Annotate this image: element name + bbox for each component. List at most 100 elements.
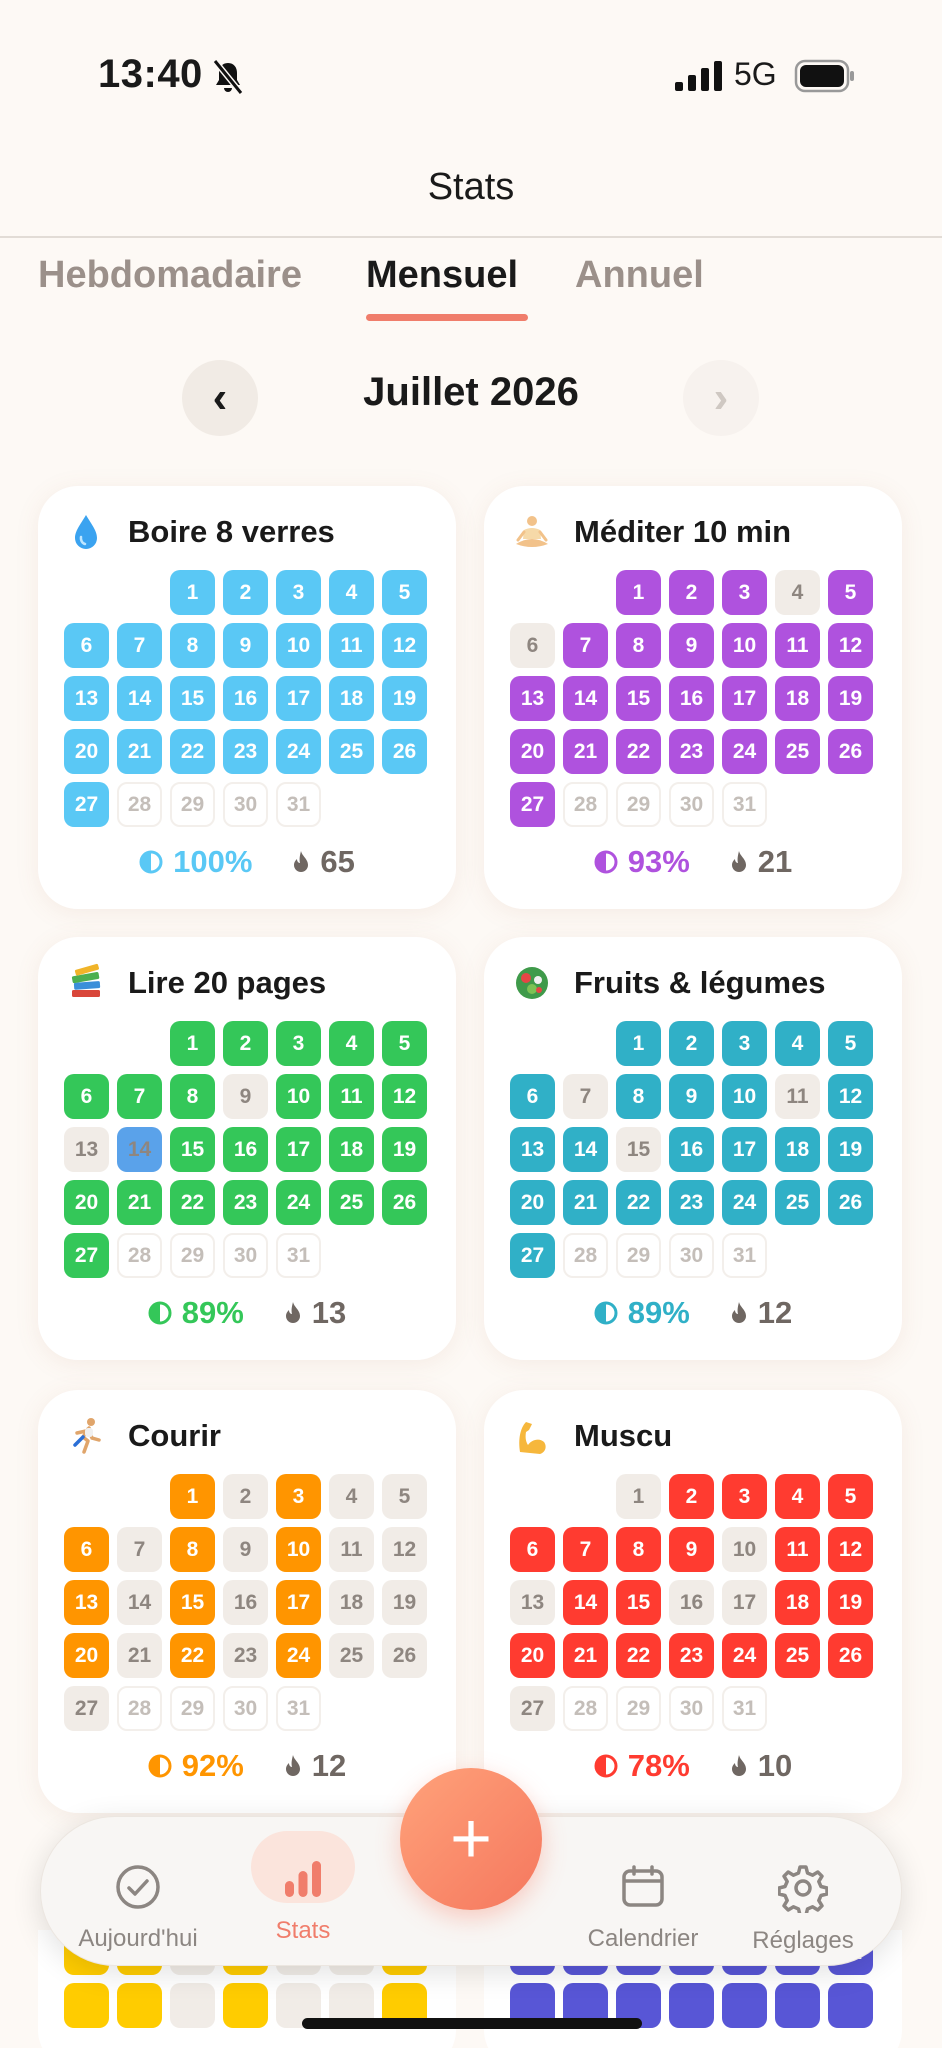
day-cell[interactable]: 5 <box>828 1021 873 1066</box>
day-cell[interactable]: 28 <box>117 782 162 827</box>
day-cell[interactable]: 3 <box>276 1474 321 1519</box>
day-cell[interactable]: 3 <box>722 1021 767 1066</box>
day-cell[interactable]: 20 <box>64 729 109 774</box>
day-cell[interactable]: 28 <box>563 1686 608 1731</box>
day-cell[interactable]: 31 <box>722 1233 767 1278</box>
day-cell[interactable]: 28 <box>117 1233 162 1278</box>
next-month-button[interactable]: › <box>683 360 759 436</box>
day-cell[interactable]: 27 <box>510 1233 555 1278</box>
day-cell[interactable]: 12 <box>382 623 427 668</box>
day-cell[interactable]: 12 <box>382 1074 427 1119</box>
day-cell[interactable]: 22 <box>170 729 215 774</box>
habit-card[interactable]: Muscu 1 2 3 4 5 6 7 8 9 10 11 12 13 14 15 16 17 18 19 20 21 22… <box>484 1390 902 1813</box>
day-cell[interactable]: 3 <box>276 1021 321 1066</box>
day-cell[interactable] <box>722 1983 767 2028</box>
day-cell[interactable]: 13 <box>64 676 109 721</box>
day-cell[interactable]: 9 <box>223 1074 268 1119</box>
day-cell[interactable]: 17 <box>722 676 767 721</box>
day-cell[interactable]: 22 <box>170 1180 215 1225</box>
day-cell[interactable]: 31 <box>276 782 321 827</box>
day-cell[interactable]: 18 <box>775 1580 820 1625</box>
day-cell[interactable]: 18 <box>329 1127 374 1172</box>
day-cell[interactable]: 4 <box>329 570 374 615</box>
day-cell[interactable]: 1 <box>170 570 215 615</box>
day-cell[interactable]: 19 <box>828 1127 873 1172</box>
day-cell[interactable]: 23 <box>669 1633 714 1678</box>
day-cell[interactable]: 9 <box>223 623 268 668</box>
day-cell[interactable]: 19 <box>382 676 427 721</box>
day-cell[interactable]: 13 <box>64 1127 109 1172</box>
day-cell[interactable]: 23 <box>223 729 268 774</box>
day-cell[interactable]: 16 <box>669 1580 714 1625</box>
day-cell[interactable]: 2 <box>669 1021 714 1066</box>
day-cell[interactable]: 16 <box>669 676 714 721</box>
day-cell[interactable]: 17 <box>722 1127 767 1172</box>
day-cell[interactable]: 24 <box>276 729 321 774</box>
day-cell[interactable]: 30 <box>669 782 714 827</box>
day-cell[interactable]: 11 <box>775 1527 820 1572</box>
nav-today[interactable]: Aujourd'hui <box>53 1837 223 1957</box>
day-cell[interactable]: 22 <box>616 1633 661 1678</box>
nav-settings[interactable]: Réglages <box>718 1837 888 1957</box>
day-cell[interactable]: 8 <box>616 1527 661 1572</box>
day-cell[interactable]: 9 <box>669 623 714 668</box>
day-cell[interactable]: 15 <box>170 1580 215 1625</box>
habit-card[interactable]: Lire 20 pages 1 2 3 4 5 6 7 8 9 10 11 12 13 14 15 16 17 18… <box>38 937 456 1360</box>
day-cell[interactable]: 18 <box>775 1127 820 1172</box>
day-cell[interactable]: 21 <box>563 1180 608 1225</box>
day-cell[interactable]: 27 <box>64 1233 109 1278</box>
day-cell[interactable]: 1 <box>616 1021 661 1066</box>
day-cell[interactable]: 21 <box>563 729 608 774</box>
day-cell[interactable]: 24 <box>722 1180 767 1225</box>
day-cell[interactable]: 18 <box>329 1580 374 1625</box>
day-cell[interactable]: 13 <box>510 1127 555 1172</box>
day-cell[interactable]: 11 <box>329 1527 374 1572</box>
day-cell[interactable]: 17 <box>276 1127 321 1172</box>
day-cell[interactable]: 4 <box>329 1474 374 1519</box>
day-cell[interactable]: 6 <box>510 623 555 668</box>
day-cell[interactable]: 31 <box>276 1686 321 1731</box>
day-cell[interactable]: 8 <box>170 1527 215 1572</box>
nav-calendar[interactable]: Calendrier <box>558 1837 728 1957</box>
day-cell[interactable]: 28 <box>563 782 608 827</box>
day-cell[interactable]: 23 <box>223 1633 268 1678</box>
habit-card[interactable]: Fruits & légumes 1 2 3 4 5 6 7 8 9 10 11 12 13 14 15 16 1… <box>484 937 902 1360</box>
day-cell[interactable]: 26 <box>382 729 427 774</box>
day-cell[interactable]: 3 <box>276 570 321 615</box>
day-cell[interactable]: 12 <box>382 1527 427 1572</box>
day-cell[interactable]: 5 <box>828 570 873 615</box>
tab-weekly[interactable]: Hebdomadaire <box>38 254 302 297</box>
nav-stats[interactable]: Stats <box>218 1837 388 1957</box>
day-cell[interactable]: 28 <box>117 1686 162 1731</box>
day-cell[interactable]: 5 <box>382 1021 427 1066</box>
day-cell[interactable]: 7 <box>563 623 608 668</box>
day-cell[interactable]: 20 <box>510 1180 555 1225</box>
day-cell[interactable]: 15 <box>616 1580 661 1625</box>
day-cell[interactable]: 26 <box>828 1180 873 1225</box>
day-cell[interactable]: 5 <box>382 570 427 615</box>
day-cell[interactable]: 27 <box>64 1686 109 1731</box>
day-cell[interactable]: 17 <box>722 1580 767 1625</box>
day-cell[interactable] <box>828 1983 873 2028</box>
day-cell[interactable]: 29 <box>616 782 661 827</box>
day-cell[interactable]: 8 <box>170 623 215 668</box>
day-cell[interactable]: 26 <box>382 1180 427 1225</box>
day-cell[interactable]: 7 <box>117 1527 162 1572</box>
day-cell[interactable]: 23 <box>223 1180 268 1225</box>
day-cell[interactable]: 15 <box>170 676 215 721</box>
day-cell[interactable]: 7 <box>117 1074 162 1119</box>
day-cell[interactable]: 31 <box>276 1233 321 1278</box>
day-cell[interactable]: 13 <box>64 1580 109 1625</box>
day-cell[interactable]: 21 <box>117 1633 162 1678</box>
day-cell[interactable]: 10 <box>722 1074 767 1119</box>
day-cell[interactable]: 10 <box>276 1527 321 1572</box>
day-cell[interactable]: 30 <box>669 1686 714 1731</box>
day-cell[interactable]: 12 <box>828 1527 873 1572</box>
day-cell[interactable]: 23 <box>669 729 714 774</box>
habit-card[interactable]: Méditer 10 min 1 2 3 4 5 6 7 8 9 10 11 12 13 14 15 16 17 1… <box>484 486 902 909</box>
day-cell[interactable]: 27 <box>64 782 109 827</box>
day-cell[interactable]: 2 <box>669 1474 714 1519</box>
day-cell[interactable]: 2 <box>223 570 268 615</box>
day-cell[interactable]: 9 <box>223 1527 268 1572</box>
day-cell[interactable]: 8 <box>616 1074 661 1119</box>
